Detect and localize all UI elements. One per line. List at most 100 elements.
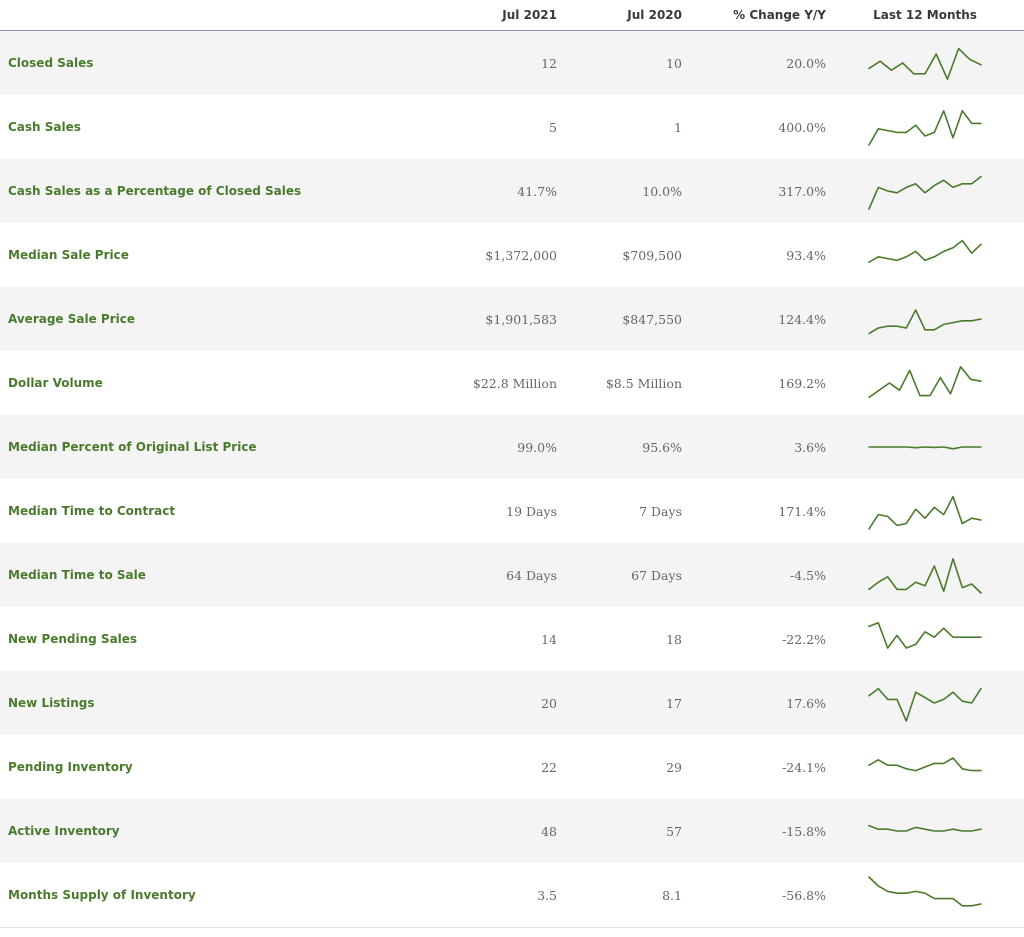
previous-value: 17 [666,695,682,711]
sparkline-series [868,175,982,210]
header-percent-change: % Change Y/Y [733,8,826,22]
sparkline-cell [826,361,1024,405]
current-value: 12 [541,55,557,71]
sparkline-chart [868,757,982,772]
sparkline-cell [826,425,1024,469]
metric-label: Active Inventory [8,824,120,838]
metric-label: Pending Inventory [8,760,133,774]
previous-value: 8.1 [662,887,682,903]
sparkline-cell [826,617,1024,661]
sparkline-chart [868,239,982,264]
metric-label: Median Percent of Original List Price [8,440,257,454]
current-value: 64 Days [506,567,557,583]
current-value: 20 [541,695,557,711]
table-header: Jul 2021 Jul 2020 % Change Y/Y Last 12 M… [0,0,1024,31]
current-value: 99.0% [517,439,557,455]
table-row: New Listings 20 17 17.6% [0,671,1024,735]
metric-label: Median Time to Sale [8,568,146,582]
percent-change-value: -15.8% [782,823,826,839]
sparkline-cell [826,809,1024,853]
table-row: Median Sale Price $1,372,000 $709,500 93.4% [0,223,1024,287]
current-value: $1,372,000 [485,247,557,263]
current-value: 48 [541,823,557,839]
sparkline-chart [868,47,982,81]
header-last-12-months: Last 12 Months [873,8,977,22]
percent-change-value: -4.5% [790,567,826,583]
percent-change-value: -24.1% [782,759,826,775]
previous-value: 1 [674,119,682,135]
sparkline-chart [868,309,982,335]
table-body: Closed Sales 12 10 20.0% Cash Sales 5 1 400.0% C… [0,31,1024,928]
table-row: Median Time to Sale 64 Days 67 Days -4.5% [0,543,1024,607]
table-row: Average Sale Price $1,901,583 $847,550 124.… [0,287,1024,351]
previous-value: 29 [666,759,682,775]
current-value: 3.5 [537,887,557,903]
percent-change-value: 171.4% [778,503,826,519]
sparkline-series [868,558,982,594]
metric-label: Median Sale Price [8,248,129,262]
sparkline-series [868,446,982,450]
sparkline-series [868,110,982,146]
header-previous-period: Jul 2020 [627,8,682,22]
sparkline-cell [826,233,1024,277]
table-row: Months Supply of Inventory 3.5 8.1 -56.8% [0,863,1024,927]
current-value: $1,901,583 [485,311,557,327]
market-stats-table: Jul 2021 Jul 2020 % Change Y/Y Last 12 M… [0,0,1024,928]
sparkline-series [868,47,982,81]
sparkline-series [868,687,982,722]
sparkline-chart [868,687,982,722]
percent-change-value: -22.2% [782,631,826,647]
table-row: New Pending Sales 14 18 -22.2% [0,607,1024,671]
sparkline-chart [868,446,982,450]
sparkline-cell [826,41,1024,85]
current-value: 19 Days [506,503,557,519]
header-current-period: Jul 2021 [502,8,557,22]
current-value: 14 [541,631,557,647]
sparkline-series [868,622,982,649]
previous-value: $8.5 Million [605,375,682,391]
current-value: 22 [541,759,557,775]
metric-label: New Listings [8,696,95,710]
metric-label: Cash Sales [8,120,81,134]
sparkline-series [868,876,982,907]
sparkline-series [868,366,982,399]
sparkline-chart [868,824,982,832]
sparkline-cell [826,297,1024,341]
sparkline-cell [826,169,1024,213]
table-row: Median Percent of Original List Price 99.… [0,415,1024,479]
previous-value: 95.6% [642,439,682,455]
sparkline-cell [826,553,1024,597]
metric-label: Average Sale Price [8,312,135,326]
metric-label: Median Time to Contract [8,504,176,518]
percent-change-value: -56.8% [782,887,826,903]
sparkline-series [868,757,982,772]
table-row: Active Inventory 48 57 -15.8% [0,799,1024,863]
sparkline-cell [826,105,1024,149]
sparkline-chart [868,876,982,907]
current-value: $22.8 Million [472,375,557,391]
previous-value: 57 [666,823,682,839]
current-value: 41.7% [517,183,557,199]
sparkline-series [868,824,982,832]
sparkline-cell [826,873,1024,917]
previous-value: $847,550 [622,311,682,327]
table-row: Dollar Volume $22.8 Million $8.5 Million 16… [0,351,1024,415]
sparkline-chart [868,110,982,146]
previous-value: $709,500 [622,247,682,263]
percent-change-value: 317.0% [778,183,826,199]
percent-change-value: 93.4% [786,247,826,263]
metric-label: Months Supply of Inventory [8,888,196,902]
sparkline-chart [868,622,982,649]
sparkline-series [868,309,982,335]
table-row: Median Time to Contract 19 Days 7 Days 171.… [0,479,1024,543]
metric-label: Dollar Volume [8,376,103,390]
metric-label: New Pending Sales [8,632,138,646]
percent-change-value: 124.4% [778,311,826,327]
sparkline-cell [826,489,1024,533]
previous-value: 10 [666,55,682,71]
table-row: Cash Sales as a Percentage of Closed Sal… [0,159,1024,223]
sparkline-series [868,495,982,530]
table-row: Cash Sales 5 1 400.0% [0,95,1024,159]
percent-change-value: 169.2% [778,375,826,391]
percent-change-value: 400.0% [778,119,826,135]
